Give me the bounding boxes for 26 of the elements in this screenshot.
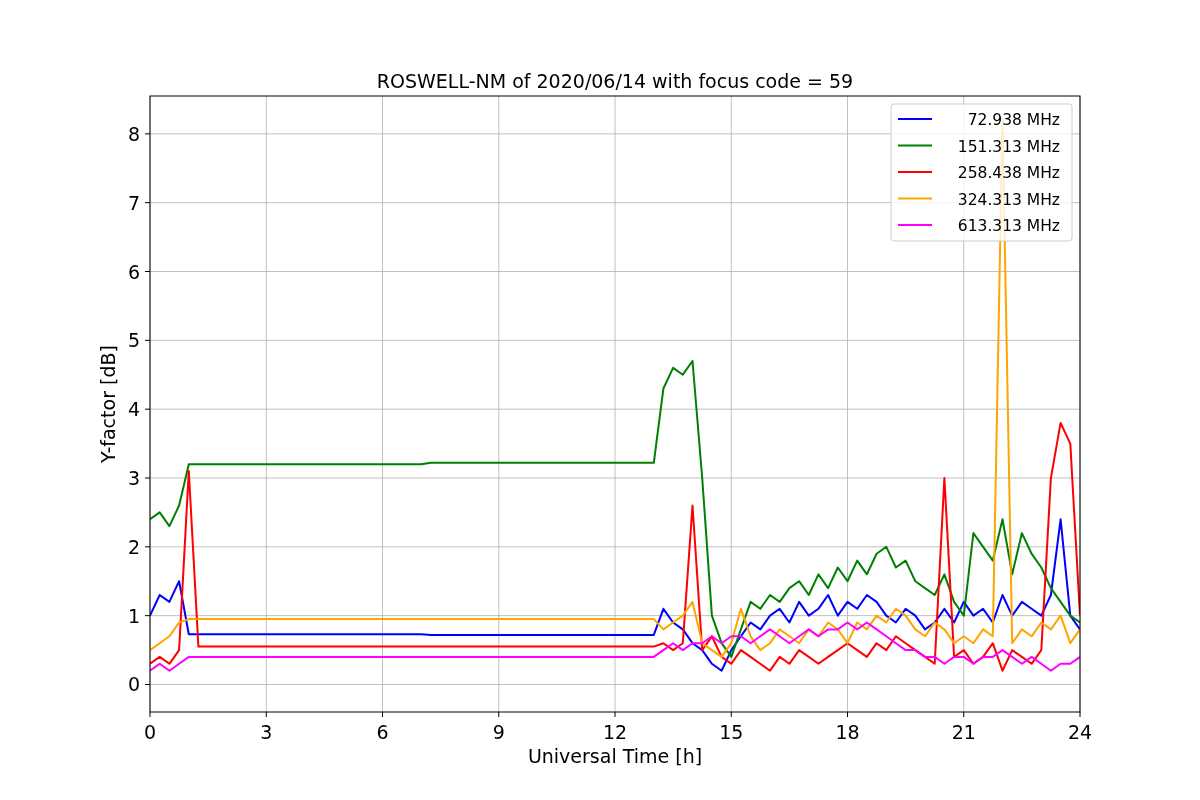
x-tick-label: 21 (951, 721, 976, 743)
y-tick-label: 3 (127, 467, 140, 489)
y-tick-label: 7 (127, 191, 140, 214)
legend-label: 613.313 MHz (957, 217, 1060, 235)
legend-label: 151.313 MHz (957, 137, 1060, 156)
x-tick-label: 0 (143, 721, 157, 743)
y-axis-label: Y-factor [dB] (97, 345, 119, 463)
y-tick-label: 2 (127, 535, 140, 558)
y-tick-label: 0 (127, 673, 140, 696)
y-tick-label: 5 (127, 329, 140, 352)
x-tick-label: 15 (719, 721, 744, 743)
legend-label: 324.313 MHz (957, 190, 1060, 209)
x-tick-label: 9 (492, 721, 505, 743)
x-axis-label: Universal Time [h] (527, 745, 703, 767)
x-tick-label: 12 (602, 721, 628, 743)
x-tick-label: 3 (260, 721, 273, 743)
chart-title: ROSWELL-NM of 2020/06/14 with focus code = 59 (376, 70, 854, 92)
x-tick-label: 24 (1067, 721, 1093, 743)
y-tick-label: 4 (127, 398, 140, 421)
y-tick-label: 1 (127, 604, 140, 627)
legend-label: 258.438 MHz (957, 164, 1060, 182)
x-tick-label: 18 (835, 721, 860, 743)
y-tick-label: 6 (127, 260, 140, 283)
x-tick-label: 6 (376, 721, 389, 743)
y-tick-label: 8 (127, 122, 140, 145)
legend-label: 72.938 MHz (967, 111, 1060, 129)
